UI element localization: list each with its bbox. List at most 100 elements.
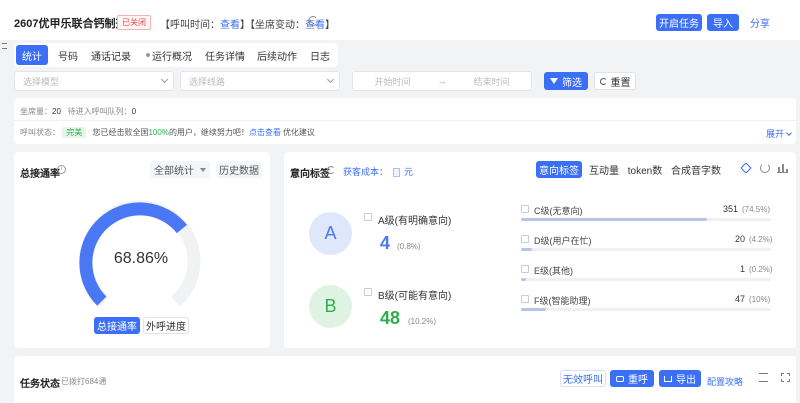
tab-overview[interactable]: 运行概况 — [150, 45, 194, 65]
grade-e-pct: (0.2%) — [749, 265, 773, 274]
tab-numbers[interactable]: 号码 — [53, 45, 83, 65]
grade-c-bar — [521, 218, 771, 221]
model-select[interactable]: 选择模型 — [14, 71, 174, 91]
reset-label: 重置 — [610, 77, 631, 89]
chevron-down-icon — [786, 130, 792, 136]
tab-connect-rate[interactable]: 总接通率 — [94, 317, 140, 334]
bar-icon-part — [782, 164, 784, 172]
grade-b-avatar: B — [309, 285, 352, 328]
chat-icon — [616, 375, 624, 382]
tab-outbound-progress[interactable]: 外呼进度 — [143, 317, 189, 334]
route-select-placeholder: 选择线路 — [189, 76, 226, 87]
grade-f-pct: (10%) — [749, 295, 771, 304]
grade-c-bar-fill — [521, 218, 708, 221]
grade-a-pct: (0.8%) — [397, 242, 421, 251]
grade-c-label: C级(无意向) — [534, 206, 583, 216]
seats-value: 20 — [52, 107, 61, 116]
grade-e-checkbox[interactable] — [521, 265, 529, 273]
tab-tokens[interactable]: token数 — [626, 161, 664, 178]
tab-call-records[interactable]: 通话记录 — [88, 45, 134, 65]
reset-icon — [599, 77, 607, 85]
history-button[interactable]: 历史数据 — [216, 161, 262, 178]
call-status-label: 呼叫状态： — [20, 128, 60, 137]
bracket-close: 】 — [325, 20, 335, 31]
divider — [14, 120, 796, 121]
chevron-down-icon — [160, 75, 169, 84]
export-label: 导出 — [676, 375, 696, 386]
recall-button[interactable]: 重呼 — [610, 370, 654, 387]
invalid-call-button[interactable]: 无效呼叫 — [560, 370, 606, 387]
grade-f-checkbox[interactable] — [521, 295, 529, 303]
intent-title: 意向标签 — [290, 169, 330, 180]
grade-b-pct: (10.2%) — [408, 317, 437, 326]
grade-c-checkbox[interactable] — [521, 205, 529, 213]
call-status-msg-after: 的用户，继续努力吧！ — [168, 128, 249, 137]
bar-icon-part — [778, 167, 780, 172]
grade-d-bar — [521, 248, 771, 251]
start-task-button[interactable]: 开启任务 — [656, 14, 702, 31]
end-time-input[interactable]: 结束时间 — [473, 75, 509, 88]
filter-label: 筛选 — [562, 77, 582, 89]
tab-task-details[interactable]: 任务详情 — [202, 45, 248, 65]
status-badge: 已关闭 — [117, 15, 151, 30]
dialed-count: 已拨打684通 — [61, 377, 107, 386]
model-select-placeholder: 选择模型 — [23, 76, 60, 87]
grade-e-bar-fill — [521, 278, 526, 281]
route-select[interactable]: 选择线路 — [180, 71, 340, 91]
filter-button[interactable]: 筛选 — [544, 72, 588, 90]
grade-a-label: A级(有明确意向) — [378, 216, 452, 227]
grade-d-checkbox[interactable] — [521, 235, 529, 243]
call-time-label: 【呼叫时间： — [160, 20, 220, 31]
side-menu-icon[interactable] — [2, 43, 7, 49]
view-link[interactable]: 点击查看 — [249, 128, 281, 137]
grade-e-bar — [521, 278, 771, 281]
page-title: 2607优甲乐联合钙制剂 — [14, 18, 127, 30]
seat-change-label: 】【坐席变动： — [240, 20, 305, 31]
filter-icon — [550, 78, 558, 84]
call-status-suffix: 优化建议 — [282, 128, 315, 137]
date-range-picker[interactable]: 开始时间 → 结束时间 — [352, 71, 532, 91]
connect-rate-title: 总接通率 — [20, 169, 60, 180]
tab-follow-up[interactable]: 后续动作 — [254, 45, 300, 65]
grade-b-checkbox[interactable] — [364, 288, 372, 296]
task-status-title: 任务状态 — [20, 379, 60, 390]
grade-a-avatar: A — [309, 212, 352, 255]
sort-icon[interactable] — [759, 373, 768, 382]
stat-scope-select[interactable]: 全部统计 — [150, 161, 210, 178]
refresh-icon[interactable] — [308, 16, 318, 26]
start-time-input[interactable]: 开始时间 — [374, 75, 410, 88]
tab-tts-chars[interactable]: 合成音字数 — [670, 161, 722, 178]
grade-c-pct: (74.5%) — [742, 205, 771, 214]
document-icon — [392, 168, 400, 178]
info-icon[interactable]: i — [57, 165, 66, 174]
stat-scope-value: 全部统计 — [154, 166, 194, 177]
grade-f-count: 47 — [734, 294, 745, 304]
expand-toggle[interactable]: 展开 — [766, 127, 792, 140]
bar-chart-icon[interactable] — [777, 163, 788, 173]
export-button[interactable]: 导出 — [659, 370, 701, 387]
seats-label: 坐席量： — [20, 107, 52, 116]
tab-stats[interactable]: 统计 — [16, 45, 48, 65]
reset-button[interactable]: 重置 — [594, 72, 636, 90]
grade-a-checkbox[interactable] — [364, 213, 372, 221]
refresh-icon[interactable] — [327, 166, 335, 174]
call-status-line: 呼叫状态： 完美 您已经击败全国100%的用户，继续努力吧！点击查看 优化建议 — [20, 127, 315, 138]
cost-label: 获客成本： — [343, 167, 389, 177]
tab-interactions[interactable]: 互动量 — [586, 161, 622, 178]
share-button[interactable]: 分享 — [745, 14, 775, 31]
config-guide-link[interactable]: 配置攻略 — [707, 375, 743, 388]
grade-e-count: 1 — [739, 264, 745, 274]
perfect-badge: 完美 — [62, 127, 87, 138]
pie-chart-icon[interactable] — [760, 163, 770, 173]
fullscreen-icon[interactable] — [781, 373, 790, 382]
call-status-pct: 100% — [148, 128, 169, 137]
caret-down-icon — [200, 167, 206, 172]
call-time-link[interactable]: 查看 — [220, 20, 240, 31]
tab-logs[interactable]: 日志 — [306, 45, 334, 65]
seats-info: 坐席量：20 待进入呼叫队列：0 — [20, 106, 136, 117]
connect-rate-value: 68.86% — [113, 250, 169, 267]
grade-d-pct: (4.2%) — [749, 235, 773, 244]
import-button[interactable]: 导入 — [707, 14, 739, 31]
tab-intent-label[interactable]: 意向标签 — [536, 161, 582, 178]
grade-d-label: D级(用户在忙) — [534, 236, 592, 246]
